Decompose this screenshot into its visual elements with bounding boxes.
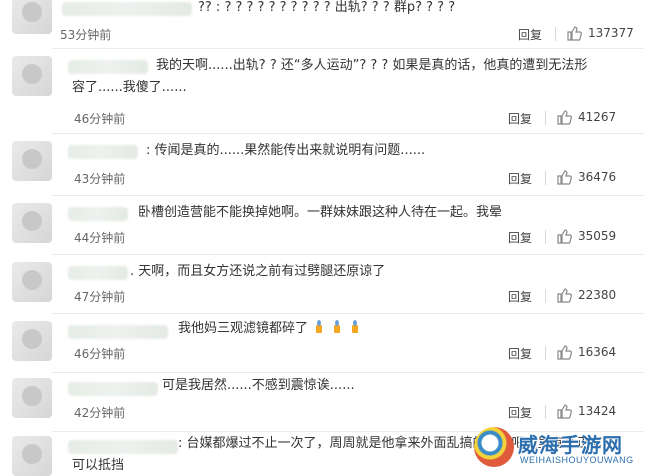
avatar[interactable] (12, 436, 52, 476)
comment-text: ?? : ? ? ? ? ? ? ? ? ? ? 出轨? ? ? 群p? ? ?… (198, 0, 456, 15)
comment-text: 卧槽创造营能不能换掉她啊。一群妹妹跟这种人待在一起。我晕 (138, 205, 503, 220)
reply-button[interactable]: 回复 (518, 26, 542, 43)
avatar[interactable] (12, 141, 52, 181)
comment-item: . 天啊，而且女方还说之前有过劈腿还原谅了 47分钟前 回复 22380 (12, 258, 644, 314)
comment-text: : 传闻是真的......果然能传出来就说明有问题...... (146, 143, 426, 158)
comment-time: 43分钟前 (74, 172, 126, 186)
like-count: 35059 (578, 229, 617, 243)
comment-item: 可是我居然......不感到震惊诶...... 42分钟前 回复 13424 (12, 376, 644, 432)
comment-text-line2: 可以抵挡 (72, 458, 125, 473)
comment-text: . 天啊，而且女方还说之前有过劈腿还原谅了 (130, 264, 386, 279)
like-count: 22380 (578, 288, 617, 302)
site-watermark: 威海手游网 WEIHAISHOUYOUWANG (474, 427, 634, 469)
avatar[interactable] (12, 0, 52, 34)
like-count: 13424 (578, 404, 617, 418)
comment-time: 44分钟前 (74, 231, 126, 245)
username-blurred[interactable] (62, 2, 192, 16)
comment-text: 可是我居然......不感到震惊诶...... (162, 378, 355, 393)
like-button[interactable]: 22380 (556, 287, 616, 303)
username-blurred[interactable] (68, 382, 158, 396)
like-count: 41267 (578, 110, 617, 124)
comment-text: 我他妈三观滤镜都碎了 (178, 319, 362, 339)
watermark-title: 威海手游网 (518, 433, 623, 457)
comment-item: ?? : ? ? ? ? ? ? ? ? ? ? 出轨? ? ? 群p? ? ?… (12, 0, 644, 48)
thumbs-up-icon (567, 26, 582, 41)
candle-emoji-icon (352, 320, 359, 333)
separator (545, 111, 546, 125)
thumbs-up-icon (557, 110, 572, 125)
separator (545, 405, 546, 419)
comment-text: 我的天啊......出轨? ? 还“多人运动”? ? ? 如果是真的话，他真的遭… (156, 58, 588, 73)
avatar[interactable] (12, 321, 52, 361)
candle-emoji-icon (334, 320, 341, 333)
separator (545, 289, 546, 303)
like-button[interactable]: 35059 (556, 228, 616, 244)
divider (52, 254, 644, 255)
comment-item: : 传闻是真的......果然能传出来就说明有问题...... 43分钟前 回复… (12, 137, 644, 193)
comment-text-line2: 容了......我傻了...... (72, 80, 187, 95)
like-button[interactable]: 41267 (556, 109, 616, 125)
divider (52, 48, 644, 49)
avatar[interactable] (12, 203, 52, 243)
reply-button[interactable]: 回复 (508, 404, 532, 421)
divider (52, 372, 644, 373)
thumbs-up-icon (557, 229, 572, 244)
avatar[interactable] (12, 56, 52, 96)
logo-icon (474, 427, 514, 467)
like-button[interactable]: 16364 (556, 344, 616, 360)
comment-time: 42分钟前 (74, 406, 126, 420)
comment-item: 卧槽创造营能不能换掉她啊。一群妹妹跟这种人待在一起。我晕 44分钟前 回复 35… (12, 199, 644, 255)
comment-time: 53分钟前 (60, 28, 112, 42)
username-blurred[interactable] (68, 266, 128, 280)
avatar[interactable] (12, 262, 52, 302)
avatar[interactable] (12, 378, 52, 418)
comment-time: 46分钟前 (74, 112, 126, 126)
username-blurred[interactable] (68, 145, 138, 159)
separator (545, 230, 546, 244)
reply-button[interactable]: 回复 (508, 229, 532, 246)
like-count: 36476 (578, 170, 617, 184)
reply-button[interactable]: 回复 (508, 110, 532, 127)
username-blurred[interactable] (68, 325, 168, 339)
reply-button[interactable]: 回复 (508, 345, 532, 362)
separator (545, 171, 546, 185)
candle-emoji-icon (316, 320, 323, 333)
username-blurred[interactable] (68, 60, 148, 74)
like-count: 16364 (578, 345, 617, 359)
like-button[interactable]: 137377 (566, 25, 634, 41)
like-count: 137377 (588, 26, 634, 40)
comment-time: 46分钟前 (74, 347, 126, 361)
separator (555, 27, 556, 41)
thumbs-up-icon (557, 288, 572, 303)
like-button[interactable]: 36476 (556, 169, 616, 185)
divider (52, 133, 644, 134)
username-blurred[interactable] (68, 440, 178, 454)
reply-button[interactable]: 回复 (508, 288, 532, 305)
like-button[interactable]: 13424 (556, 403, 616, 419)
reply-button[interactable]: 回复 (508, 170, 532, 187)
username-blurred[interactable] (68, 207, 128, 221)
comment-item: 我的天啊......出轨? ? 还“多人运动”? ? ? 如果是真的话，他真的遭… (12, 52, 644, 132)
divider (52, 195, 644, 196)
thumbs-up-icon (557, 345, 572, 360)
thumbs-up-icon (557, 170, 572, 185)
comment-list: ?? : ? ? ? ? ? ? ? ? ? ? 出轨? ? ? 群p? ? ?… (12, 0, 644, 476)
watermark-subtitle: WEIHAISHOUYOUWANG (520, 455, 634, 465)
thumbs-up-icon (557, 404, 572, 419)
separator (545, 346, 546, 360)
comment-item: 我他妈三观滤镜都碎了 46分钟前 回复 16364 (12, 317, 644, 373)
comment-time: 47分钟前 (74, 290, 126, 304)
divider (52, 313, 644, 314)
